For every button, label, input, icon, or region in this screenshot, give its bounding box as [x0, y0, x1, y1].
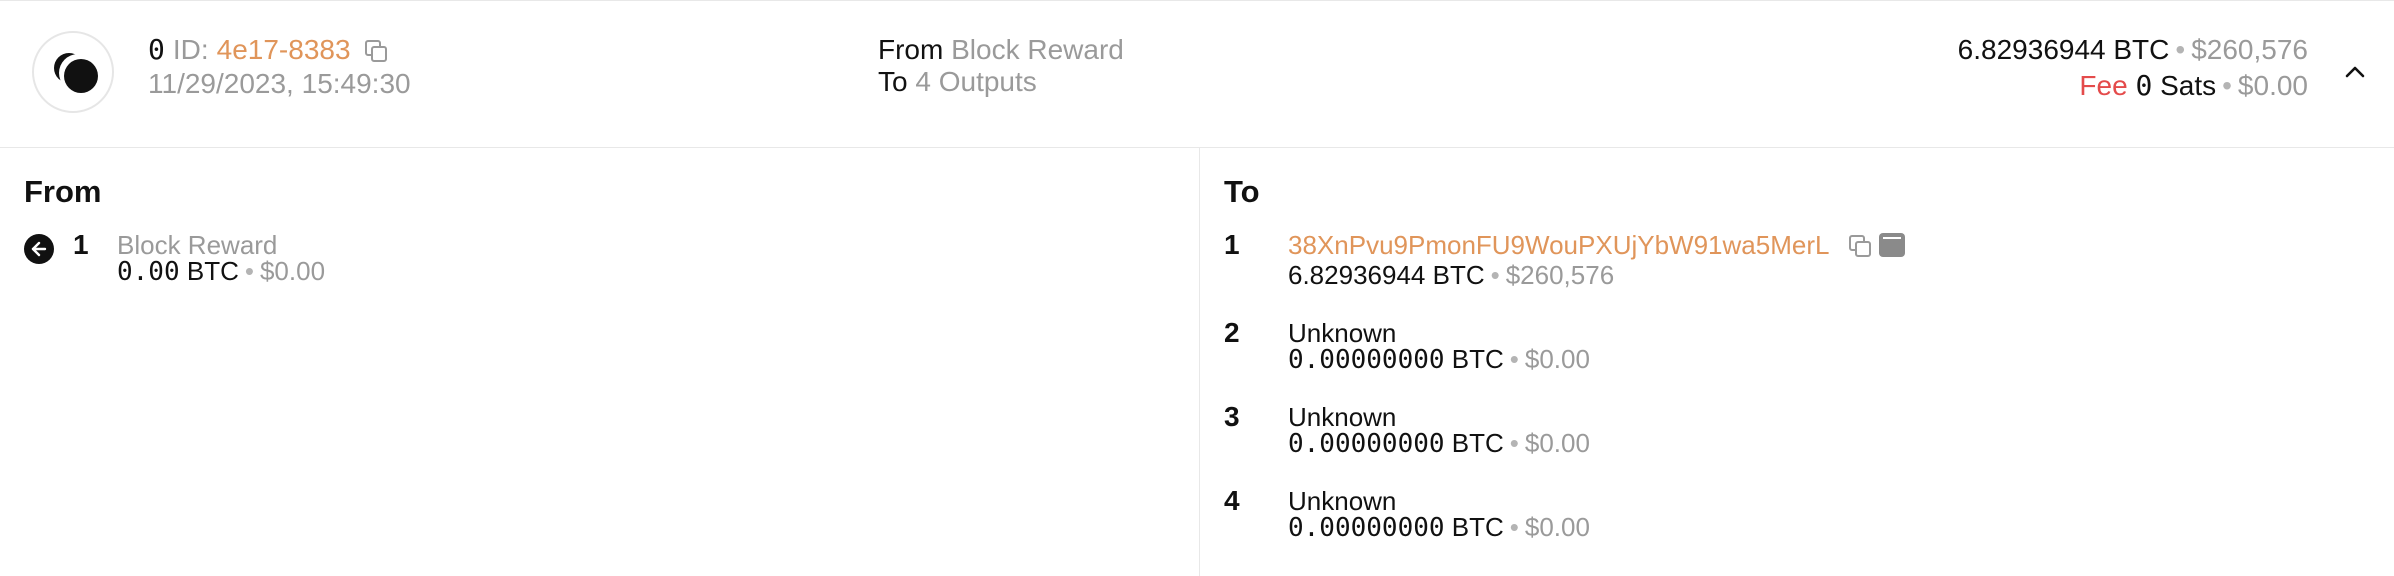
output-usd: $260,576	[1505, 260, 1615, 290]
input-amount: 0.00 BTC • $0.00	[117, 256, 325, 287]
to-label: To	[878, 66, 908, 97]
arrow-left-icon	[24, 234, 54, 264]
from-label: From	[878, 34, 944, 65]
header-to: To 4 Outputs	[878, 65, 1037, 99]
output-btc: 0.00000000	[1288, 513, 1445, 543]
output-usd: $0.00	[1524, 344, 1590, 374]
output-unit: BTC	[1451, 344, 1504, 374]
header-amount: 6.82936944 BTC • $260,576	[1958, 33, 2308, 67]
header-from: From Block Reward	[878, 33, 1124, 67]
output-address[interactable]: 38XnPvu9PmonFU9WouPXUjYbW91wa5MerL	[1288, 230, 1829, 260]
output-address-row: 38XnPvu9PmonFU9WouPXUjYbW91wa5MerL	[1288, 230, 1906, 260]
from-value: Block Reward	[951, 34, 1124, 65]
fee-unit: Sats	[2160, 70, 2217, 101]
to-panel-title: To	[1224, 174, 1260, 209]
transaction-details: From 1 Block Reward 0.00 BTC • $0.00 To 1 …	[0, 148, 2394, 576]
fee-usd: $0.00	[2237, 70, 2308, 101]
output-index: 2	[1224, 317, 1240, 348]
output-amount: 0.00000000 BTC • $0.00	[1288, 512, 1590, 543]
separator-dot: •	[2222, 70, 2232, 101]
output-index: 3	[1224, 401, 1240, 432]
logo-icon	[32, 31, 114, 113]
to-value: 4 Outputs	[915, 66, 1037, 97]
fee-value: 0	[2135, 69, 2153, 102]
output-unit: BTC	[1451, 512, 1504, 542]
input-usd: $0.00	[259, 256, 326, 286]
separator-dot: •	[2175, 34, 2186, 65]
amount-usd: $260,576	[2191, 34, 2308, 65]
output-usd: $0.00	[1524, 512, 1590, 542]
output-index: 1	[1224, 229, 1240, 260]
id-value[interactable]: 4e17-8383	[217, 33, 351, 67]
input-btc: 0.00	[117, 257, 180, 287]
output-amount: 6.82936944 BTC • $260,576	[1288, 260, 1614, 290]
output-btc: 6.82936944	[1288, 260, 1426, 290]
from-panel-title: From	[24, 174, 102, 209]
output-amount: 0.00000000 BTC • $0.00	[1288, 428, 1590, 459]
amount-btc: 6.82936944 BTC	[1957, 34, 2170, 65]
separator-dot: •	[1509, 512, 1519, 542]
output-index: 4	[1224, 485, 1240, 516]
separator-dot: •	[1490, 260, 1500, 290]
counter: 0	[148, 33, 165, 66]
output-btc: 0.00000000	[1288, 429, 1445, 459]
transaction-id: 0 ID: 4e17-8383	[148, 33, 387, 67]
output-btc: 0.00000000	[1288, 345, 1445, 375]
output-amount: 0.00000000 BTC • $0.00	[1288, 344, 1590, 375]
input-unit: BTC	[186, 256, 239, 286]
output-unit: BTC	[1432, 260, 1485, 290]
copy-icon[interactable]	[364, 40, 387, 62]
separator-dot: •	[244, 256, 254, 286]
fee-label: Fee	[2079, 70, 2128, 101]
copy-icon[interactable]	[1849, 235, 1872, 257]
separator-dot: •	[1509, 428, 1519, 458]
id-label: ID:	[172, 34, 209, 65]
header-fee: Fee 0 Sats • $0.00	[2079, 69, 2308, 103]
transaction-header[interactable]: 0 ID: 4e17-8383 11/29/2023, 15:49:30 Fro…	[0, 0, 2394, 148]
chevron-up-icon[interactable]	[2344, 61, 2366, 83]
input-index: 1	[73, 229, 89, 260]
output-unit: BTC	[1451, 428, 1504, 458]
separator-dot: •	[1509, 344, 1519, 374]
panel-divider	[1199, 148, 1200, 576]
transaction-datetime: 11/29/2023, 15:49:30	[148, 68, 411, 99]
code-icon[interactable]	[1879, 233, 1906, 257]
output-usd: $0.00	[1524, 428, 1590, 458]
